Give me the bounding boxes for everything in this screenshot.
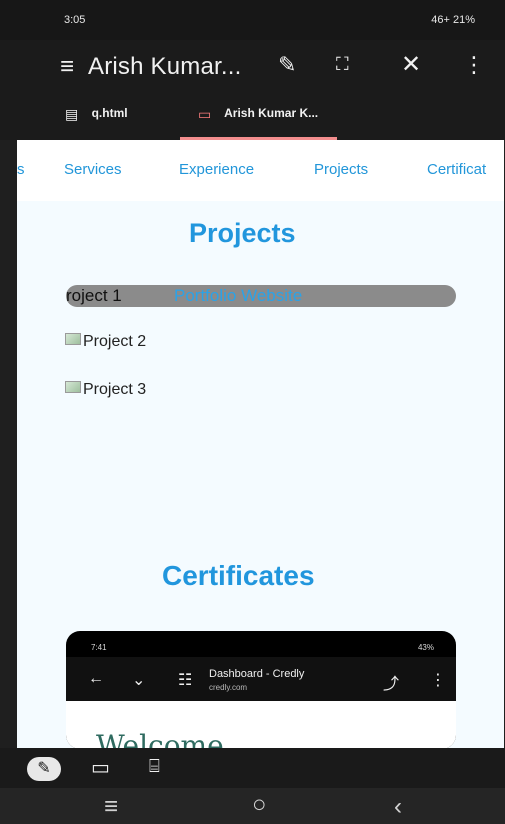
project-2-label: Project 2 bbox=[83, 333, 147, 350]
system-navigation: ≡ ○ ‹ bbox=[0, 788, 505, 824]
certificate-preview[interactable]: 7:41 43% ← ⌄ ☷ Dashboard - Credly credly… bbox=[66, 631, 456, 748]
certificates-heading: Certificates bbox=[162, 560, 315, 591]
status-right: 46+ 21% bbox=[431, 14, 475, 26]
tab-label: q.html bbox=[91, 106, 128, 120]
project-1-name: Portfolio Website bbox=[174, 286, 303, 305]
file-icon: ▤ bbox=[65, 106, 79, 122]
chevron-down-icon: ⌄ bbox=[132, 672, 146, 689]
nav-item-services[interactable]: Services bbox=[64, 161, 122, 178]
status-time: 3:05 bbox=[64, 14, 86, 26]
nav-item-s[interactable]: s bbox=[17, 161, 25, 178]
pencil-icon[interactable]: ✎ bbox=[27, 757, 61, 781]
project-item-2[interactable]: Project 2 bbox=[65, 333, 146, 351]
site-navigation: s Services Experience Projects Certifica… bbox=[17, 140, 504, 201]
status-bar: 3:05 46+ 21% bbox=[0, 0, 505, 40]
recent-apps-icon[interactable]: ≡ bbox=[104, 793, 118, 821]
broken-image-icon bbox=[65, 381, 81, 393]
tab-bar: ▤ q.html ▭ Arish Kumar K... bbox=[0, 94, 505, 140]
preview-page: Welcome bbox=[66, 701, 456, 748]
nav-item-projects[interactable]: Projects bbox=[314, 161, 368, 178]
welcome-text: Welcome bbox=[96, 729, 224, 748]
terminal-icon[interactable]: ⌸ bbox=[149, 756, 160, 777]
pencil-icon[interactable]: ✎ bbox=[278, 52, 296, 78]
hamburger-icon[interactable]: ≡ bbox=[60, 53, 74, 81]
project-3-label: Project 3 bbox=[83, 381, 147, 398]
project-1-label: roject 1 bbox=[66, 286, 122, 305]
close-icon[interactable]: ✕ bbox=[401, 50, 421, 79]
tab-arish[interactable]: ▭ Arish Kumar K... bbox=[198, 106, 318, 123]
back-arrow-icon: ← bbox=[88, 670, 104, 687]
preview-title: Dashboard - Credly bbox=[209, 668, 305, 680]
more-icon[interactable]: ⋮ bbox=[463, 52, 485, 78]
nav-item-certificates[interactable]: Certificat bbox=[427, 161, 486, 178]
fullscreen-icon[interactable]: ⛶ bbox=[336, 54, 349, 75]
preview-browser-bar: ← ⌄ ☷ Dashboard - Credly credly.com ⤴ ⋮ bbox=[66, 657, 456, 701]
nav-item-experience[interactable]: Experience bbox=[179, 161, 254, 178]
more-icon: ⋮ bbox=[430, 672, 446, 689]
app-bar: ≡ Arish Kumar... ✎ ⛶ ✕ ⋮ bbox=[0, 40, 505, 94]
tab-label: Arish Kumar K... bbox=[224, 106, 319, 120]
editor-toolbar: ✎ ▭ ⌸ bbox=[0, 748, 505, 788]
web-content: s Services Experience Projects Certifica… bbox=[17, 140, 504, 748]
preview-domain: credly.com bbox=[209, 683, 248, 692]
broken-image-icon bbox=[65, 333, 81, 345]
preview-time: 7:41 bbox=[91, 643, 107, 652]
back-icon[interactable]: ‹ bbox=[394, 793, 402, 821]
tab-qhtml[interactable]: ▤ q.html bbox=[65, 106, 128, 123]
page-title: Arish Kumar... bbox=[88, 53, 242, 80]
project-item-1[interactable]: roject 1 Portfolio Website bbox=[66, 285, 456, 307]
project-item-3[interactable]: Project 3 bbox=[65, 381, 146, 399]
share-icon: ⤴ bbox=[383, 676, 400, 693]
preview-status: 43% bbox=[417, 643, 434, 652]
home-icon[interactable]: ○ bbox=[252, 791, 267, 819]
projects-heading: Projects bbox=[189, 218, 296, 248]
settings-icon: ☷ bbox=[178, 672, 193, 689]
browser-icon: ▭ bbox=[198, 106, 212, 122]
folder-icon[interactable]: ▭ bbox=[91, 755, 110, 780]
